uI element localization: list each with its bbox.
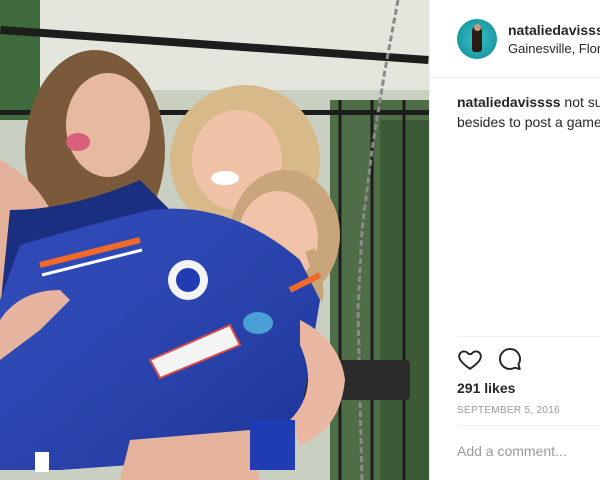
post-caption: nataliedavissss not sure what else to do… — [457, 92, 600, 132]
post-date[interactable]: SEPTEMBER 5, 2016 — [457, 405, 560, 416]
user-avatar[interactable] — [457, 19, 497, 59]
add-comment-input[interactable]: Add a comment... — [457, 443, 567, 459]
actions-divider — [457, 336, 600, 337]
speech-bubble-icon[interactable] — [497, 346, 523, 372]
header-username[interactable]: nataliedavissss — [508, 22, 600, 38]
heart-icon[interactable] — [457, 346, 483, 372]
header-location[interactable]: Gainesville, Florida — [508, 41, 600, 56]
comment-divider — [457, 425, 600, 426]
post-photo[interactable] — [0, 0, 429, 480]
likes-count[interactable]: 291 likes — [457, 380, 515, 396]
post-photo-illustration — [0, 0, 429, 480]
caption-username[interactable]: nataliedavissss — [457, 94, 561, 110]
post-header: nataliedavissss Gainesville, Florida — [430, 0, 600, 78]
post-sidebar: nataliedavissss Gainesville, Florida nat… — [429, 0, 600, 480]
